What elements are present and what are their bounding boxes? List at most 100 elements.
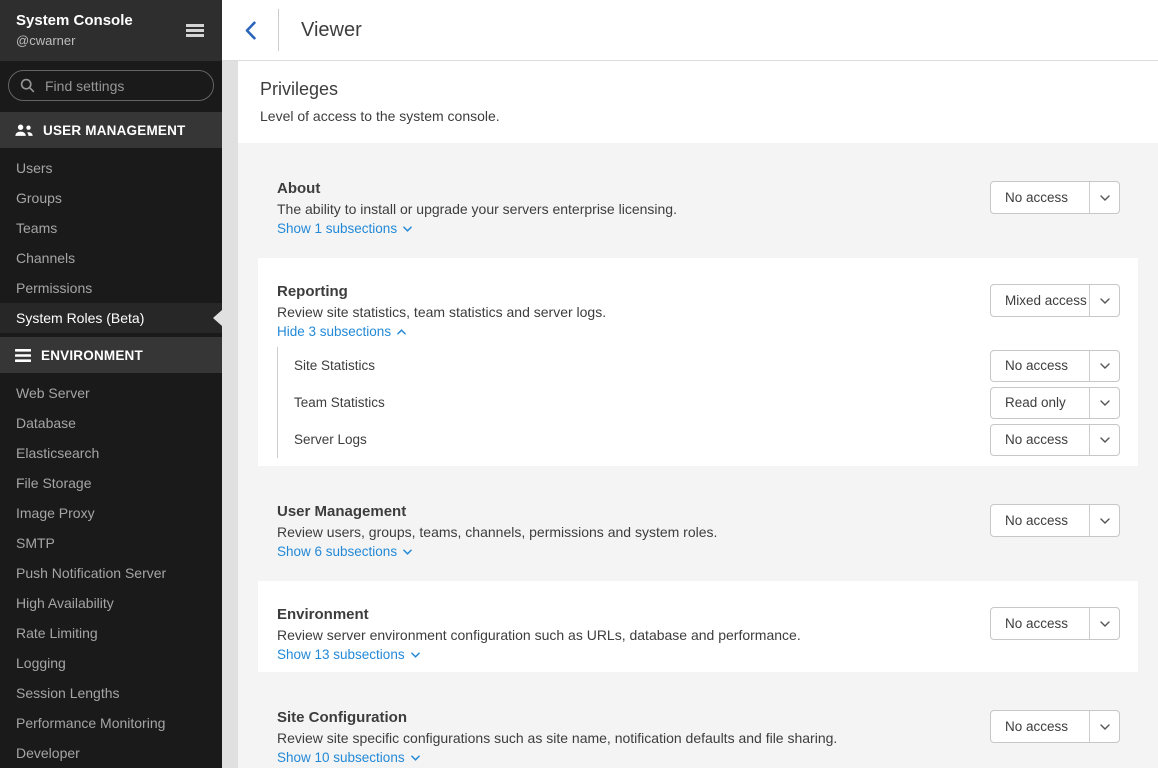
main-content: Viewer Privileges Level of access to the… bbox=[222, 0, 1158, 768]
sidebar-section-label: ENVIRONMENT bbox=[41, 348, 143, 363]
toggle-label: Show 13 subsections bbox=[277, 646, 405, 664]
privileges-intro: Privileges Level of access to the system… bbox=[238, 61, 1158, 143]
sidebar-item-file-storage[interactable]: File Storage bbox=[0, 468, 222, 498]
access-value: No access bbox=[991, 351, 1089, 381]
environment-icon bbox=[15, 349, 31, 362]
sidebar-item-push-notification-server[interactable]: Push Notification Server bbox=[0, 558, 222, 588]
chevron-down-icon bbox=[411, 755, 420, 761]
section-title: Reporting bbox=[277, 282, 606, 301]
search-icon bbox=[20, 78, 35, 93]
section-description: The ability to install or upgrade your s… bbox=[277, 200, 677, 219]
access-dropdown[interactable]: No access bbox=[990, 607, 1120, 640]
section-title: Site Configuration bbox=[277, 708, 837, 727]
sidebar-item-teams[interactable]: Teams bbox=[0, 213, 222, 243]
access-value: No access bbox=[991, 182, 1089, 213]
sidebar-item-web-server[interactable]: Web Server bbox=[0, 378, 222, 408]
sidebar-items-environment: Web Server Database Elasticsearch File S… bbox=[0, 373, 222, 768]
user-management-icon bbox=[15, 124, 33, 137]
subsections-toggle[interactable]: Hide 3 subsections bbox=[277, 323, 406, 341]
access-value: No access bbox=[991, 505, 1089, 536]
chevron-down-icon bbox=[1089, 285, 1119, 316]
toggle-label: Show 1 subsections bbox=[277, 220, 397, 238]
access-dropdown[interactable]: No access bbox=[990, 350, 1120, 382]
privilege-section-about: About The ability to install or upgrade … bbox=[258, 155, 1138, 246]
access-dropdown[interactable]: Read only bbox=[990, 387, 1120, 419]
toggle-label: Show 10 subsections bbox=[277, 749, 405, 767]
access-dropdown[interactable]: No access bbox=[990, 424, 1120, 456]
access-value: Mixed access bbox=[991, 285, 1089, 316]
access-dropdown[interactable]: No access bbox=[990, 181, 1120, 214]
sidebar-item-elasticsearch[interactable]: Elasticsearch bbox=[0, 438, 222, 468]
privilege-section-reporting: Reporting Review site statistics, team s… bbox=[258, 258, 1138, 466]
active-item-caret bbox=[213, 310, 222, 326]
chevron-down-icon bbox=[1089, 351, 1119, 381]
sidebar-item-channels[interactable]: Channels bbox=[0, 243, 222, 273]
header-divider bbox=[278, 9, 279, 51]
privileges-card: Privileges Level of access to the system… bbox=[238, 61, 1158, 768]
chevron-down-icon bbox=[1089, 711, 1119, 742]
subsection-label: Server Logs bbox=[294, 432, 367, 447]
app-title: System Console bbox=[16, 11, 206, 31]
chevron-down-icon bbox=[1089, 505, 1119, 536]
section-title: Environment bbox=[277, 605, 801, 624]
search-input[interactable] bbox=[8, 70, 214, 101]
section-description: Review site specific configurations such… bbox=[277, 729, 837, 748]
section-title: User Management bbox=[277, 502, 717, 521]
subsections-toggle[interactable]: Show 13 subsections bbox=[277, 646, 420, 664]
chevron-down-icon bbox=[1089, 425, 1119, 455]
access-value: No access bbox=[991, 425, 1089, 455]
section-description: Review server environment configuration … bbox=[277, 626, 801, 645]
sidebar-section-environment: ENVIRONMENT bbox=[0, 337, 222, 373]
toggle-label: Hide 3 subsections bbox=[277, 323, 391, 341]
privilege-section-user-management: User Management Review users, groups, te… bbox=[258, 478, 1138, 569]
search-container bbox=[0, 61, 222, 112]
subsection-label: Site Statistics bbox=[294, 358, 375, 373]
toggle-label: Show 6 subsections bbox=[277, 543, 397, 561]
back-button[interactable] bbox=[222, 0, 278, 60]
access-value: No access bbox=[991, 608, 1089, 639]
access-dropdown[interactable]: Mixed access bbox=[990, 284, 1120, 317]
sidebar-item-groups[interactable]: Groups bbox=[0, 183, 222, 213]
subsections-toggle[interactable]: Show 6 subsections bbox=[277, 543, 412, 561]
access-value: No access bbox=[991, 711, 1089, 742]
subsections-toggle[interactable]: Show 10 subsections bbox=[277, 749, 420, 767]
chevron-down-icon bbox=[1089, 388, 1119, 418]
sidebar-item-logging[interactable]: Logging bbox=[0, 648, 222, 678]
sidebar-item-developer[interactable]: Developer bbox=[0, 738, 222, 768]
access-value: Read only bbox=[991, 388, 1089, 418]
privilege-section-site-configuration: Site Configuration Review site specific … bbox=[258, 684, 1138, 768]
section-title: About bbox=[277, 179, 677, 198]
sidebar-item-database[interactable]: Database bbox=[0, 408, 222, 438]
sidebar-item-high-availability[interactable]: High Availability bbox=[0, 588, 222, 618]
access-dropdown[interactable]: No access bbox=[990, 710, 1120, 743]
page-header: Viewer bbox=[222, 0, 1158, 61]
sidebar-section-user-management: USER MANAGEMENT bbox=[0, 112, 222, 148]
page-title: Viewer bbox=[301, 19, 362, 42]
section-description: Review users, groups, teams, channels, p… bbox=[277, 523, 717, 542]
privilege-section-environment: Environment Review server environment co… bbox=[258, 581, 1138, 672]
sidebar-item-users[interactable]: Users bbox=[0, 153, 222, 183]
privileges-rows: About The ability to install or upgrade … bbox=[238, 143, 1158, 768]
sidebar-section-label: USER MANAGEMENT bbox=[43, 123, 186, 138]
sidebar-item-rate-limiting[interactable]: Rate Limiting bbox=[0, 618, 222, 648]
access-dropdown[interactable]: No access bbox=[990, 504, 1120, 537]
subsection-row-team-statistics: Team Statistics Read only bbox=[278, 384, 1120, 421]
subsections-toggle[interactable]: Show 1 subsections bbox=[277, 220, 412, 238]
sidebar-item-smtp[interactable]: SMTP bbox=[0, 528, 222, 558]
chevron-down-icon bbox=[411, 652, 420, 658]
sidebar-header: System Console @cwarner bbox=[0, 0, 222, 61]
menu-icon[interactable] bbox=[186, 24, 204, 37]
subsections-list: Site Statistics No access Team Statistic… bbox=[277, 347, 1120, 458]
sidebar-item-session-lengths[interactable]: Session Lengths bbox=[0, 678, 222, 708]
chevron-left-icon bbox=[245, 21, 256, 40]
sidebar-item-system-roles[interactable]: System Roles (Beta) bbox=[0, 303, 222, 333]
subsection-row-server-logs: Server Logs No access bbox=[278, 421, 1120, 458]
sidebar-item-performance-monitoring[interactable]: Performance Monitoring bbox=[0, 708, 222, 738]
chevron-down-icon bbox=[1089, 608, 1119, 639]
chevron-up-icon bbox=[397, 329, 406, 335]
sidebar-item-image-proxy[interactable]: Image Proxy bbox=[0, 498, 222, 528]
main-body: Privileges Level of access to the system… bbox=[222, 61, 1158, 768]
sidebar-item-permissions[interactable]: Permissions bbox=[0, 273, 222, 303]
current-user: @cwarner bbox=[16, 32, 206, 50]
section-description: Review site statistics, team statistics … bbox=[277, 303, 606, 322]
